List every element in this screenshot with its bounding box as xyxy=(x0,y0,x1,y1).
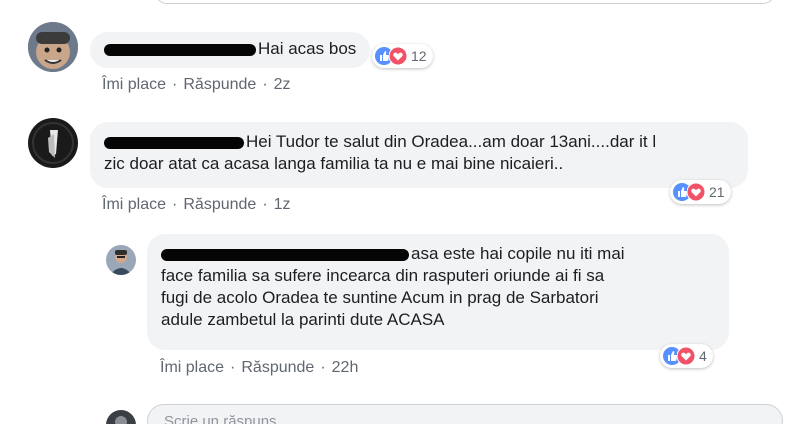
comment-actions: Îmi place · Răspunde · 2z xyxy=(102,76,291,94)
redacted-author-name[interactable] xyxy=(161,248,409,261)
separator: · xyxy=(172,76,178,93)
reaction-count: 4 xyxy=(699,348,707,364)
reply-bubble: asa este hai copile nu iti mai face fami… xyxy=(147,234,729,350)
reaction-count: 12 xyxy=(411,48,427,64)
like-button[interactable]: Îmi place xyxy=(160,359,224,376)
avatar[interactable] xyxy=(28,22,78,72)
comment-bubble: Hei Tudor te salut din Oradea...am doar … xyxy=(90,122,748,188)
reactions-summary[interactable]: 12 xyxy=(372,44,433,68)
timestamp[interactable]: 2z xyxy=(274,76,291,93)
reply-button[interactable]: Răspunde xyxy=(183,196,256,213)
reply-text-line: fugi de acolo Oradea te suntine Acum in … xyxy=(161,288,599,307)
love-icon xyxy=(677,347,695,365)
comment-text: Hai acas bos xyxy=(258,39,357,58)
timestamp[interactable]: 22h xyxy=(332,359,359,376)
reply-button[interactable]: Răspunde xyxy=(183,76,256,93)
separator: · xyxy=(172,196,178,213)
separator: · xyxy=(320,359,326,376)
reactions-summary[interactable]: 21 xyxy=(670,180,731,204)
avatar[interactable] xyxy=(28,118,78,168)
love-icon xyxy=(389,47,407,65)
reply-input[interactable]: Scrie un răspuns... xyxy=(147,404,783,424)
reply-actions: Îmi place · Răspunde · 22h xyxy=(160,359,358,377)
like-button[interactable]: Îmi place xyxy=(102,196,166,213)
redacted-author-name[interactable] xyxy=(104,136,244,149)
separator: · xyxy=(262,76,268,93)
comment-actions: Îmi place · Răspunde · 1z xyxy=(102,196,291,214)
reply-text-line: adule zambetul la parinti dute ACASA xyxy=(161,310,445,329)
avatar[interactable] xyxy=(106,245,136,275)
comment-text-line: zic doar atat ca acasa langa familia ta … xyxy=(104,154,564,173)
comment-bubble: Hai acas bos xyxy=(90,32,370,68)
reply-text-line: face familia sa sufere incearca din rasp… xyxy=(161,266,605,285)
separator: · xyxy=(262,196,268,213)
reply-input-placeholder: Scrie un răspuns... xyxy=(164,413,290,424)
love-icon xyxy=(687,183,705,201)
avatar xyxy=(106,410,136,424)
previous-comment-box xyxy=(155,0,775,4)
separator: · xyxy=(230,359,236,376)
reply-text-line: asa este hai copile nu iti mai xyxy=(411,244,625,263)
comment-text-line: Hei Tudor te salut din Oradea...am doar … xyxy=(246,132,657,151)
reply-button[interactable]: Răspunde xyxy=(241,359,314,376)
redacted-author-name[interactable] xyxy=(104,43,256,56)
timestamp[interactable]: 1z xyxy=(274,196,291,213)
like-button[interactable]: Îmi place xyxy=(102,76,166,93)
reactions-summary[interactable]: 4 xyxy=(660,344,713,368)
reaction-count: 21 xyxy=(709,184,725,200)
